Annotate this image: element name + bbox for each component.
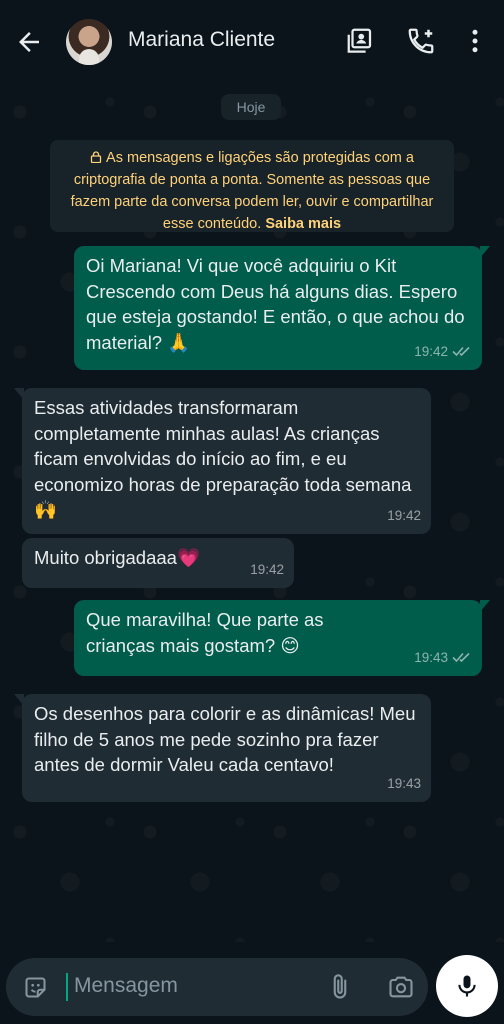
message-composer[interactable]: Mensagem bbox=[6, 958, 428, 1016]
message-incoming[interactable]: Muito obrigadaaa💗 19:42 bbox=[22, 538, 294, 588]
message-input[interactable]: Mensagem bbox=[74, 974, 178, 998]
encryption-text: As mensagens e ligações são protegidas c… bbox=[70, 150, 434, 232]
message-incoming[interactable]: Os desenhos para colorir e as dinâmicas!… bbox=[14, 694, 431, 802]
contact-card-icon[interactable] bbox=[345, 26, 375, 56]
message-time: 19:42 bbox=[414, 343, 448, 359]
chat-header: Mariana Cliente bbox=[0, 0, 504, 82]
learn-more-link[interactable]: Saiba mais bbox=[265, 216, 341, 232]
avatar[interactable] bbox=[66, 19, 112, 65]
mic-button[interactable] bbox=[436, 955, 498, 1017]
message-meta: 19:42 bbox=[387, 503, 421, 529]
text-cursor bbox=[66, 973, 68, 1001]
message-outgoing[interactable]: Que maravilha! Que parte as crianças mai… bbox=[74, 600, 490, 676]
mic-icon bbox=[458, 975, 476, 997]
message-meta: 19:42 bbox=[250, 557, 284, 583]
contact-name[interactable]: Mariana Cliente bbox=[128, 28, 275, 52]
message-meta: 19:42 bbox=[414, 339, 472, 365]
more-vert-icon[interactable] bbox=[460, 26, 490, 56]
message-text: Muito obrigadaaa💗 bbox=[34, 547, 200, 568]
attach-icon[interactable] bbox=[326, 972, 354, 1002]
date-divider: Hoje bbox=[221, 94, 281, 120]
message-text: Os desenhos para colorir e as dinâmicas!… bbox=[34, 703, 416, 775]
sticker-icon[interactable] bbox=[22, 974, 49, 1001]
double-check-icon bbox=[452, 653, 470, 663]
message-text: Que maravilha! Que parte as crianças mai… bbox=[86, 609, 324, 656]
message-text: Essas atividades transformaram completam… bbox=[34, 397, 412, 520]
lock-icon bbox=[90, 151, 102, 163]
message-meta: 19:43 bbox=[387, 771, 421, 797]
message-time: 19:42 bbox=[250, 561, 284, 577]
double-check-icon bbox=[452, 347, 470, 357]
message-meta: 19:43 bbox=[414, 645, 472, 671]
message-time: 19:43 bbox=[387, 775, 421, 791]
message-incoming[interactable]: Essas atividades transformaram completam… bbox=[14, 388, 431, 534]
back-arrow-icon[interactable] bbox=[14, 27, 44, 57]
message-time: 19:42 bbox=[387, 507, 421, 523]
add-call-icon[interactable] bbox=[406, 26, 436, 56]
camera-icon[interactable] bbox=[386, 973, 416, 1001]
encryption-notice[interactable]: As mensagens e ligações são protegidas c… bbox=[50, 140, 454, 232]
message-outgoing[interactable]: Oi Mariana! Vi que você adquiriu o Kit C… bbox=[74, 246, 490, 370]
chat-area[interactable]: Hoje As mensagens e ligações são protegi… bbox=[0, 82, 504, 942]
message-text: Oi Mariana! Vi que você adquiriu o Kit C… bbox=[86, 255, 465, 353]
message-time: 19:43 bbox=[414, 649, 448, 665]
